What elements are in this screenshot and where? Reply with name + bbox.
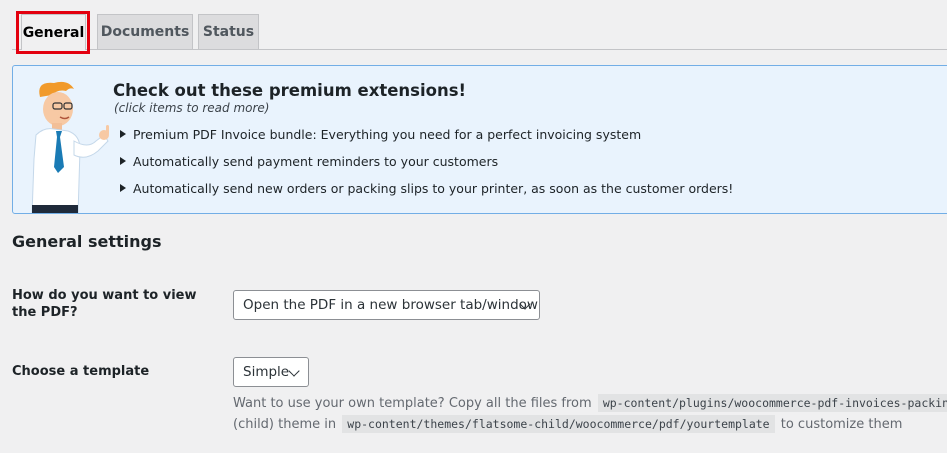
template-description-text: Want to use your own template? Copy all … [233, 396, 592, 411]
template-select[interactable]: Simple [233, 357, 309, 387]
tabs-divider [12, 49, 947, 50]
template-description-text: to customize them [780, 417, 903, 432]
extensions-list: Premium PDF Invoice bundle: Everything y… [118, 127, 733, 208]
extension-item-label: Automatically send payment reminders to … [133, 154, 499, 169]
tab-general[interactable]: General [21, 14, 86, 50]
extension-item-label: Premium PDF Invoice bundle: Everything y… [133, 127, 642, 142]
caret-right-icon [120, 157, 126, 165]
section-title-general-settings: General settings [12, 232, 162, 251]
mascot-illustration [31, 81, 109, 213]
premium-extensions-panel: Check out these premium extensions! (cli… [12, 65, 947, 214]
template-label: Choose a template [12, 364, 150, 379]
extensions-subtitle: (click items to read more) [114, 101, 270, 115]
view-pdf-label: How do you want to view the PDF? [12, 288, 197, 320]
template-description-line-2: (child) theme in wp-content/themes/flats… [233, 414, 902, 435]
extension-item-label: Automatically send new orders or packing… [133, 181, 734, 196]
theme-path-code: wp-content/themes/flatsome-child/woocomm… [342, 415, 775, 433]
caret-right-icon [120, 130, 126, 138]
caret-right-icon [120, 184, 126, 192]
tab-documents[interactable]: Documents [97, 14, 193, 49]
template-description-text: (child) theme in [233, 417, 337, 432]
extension-item[interactable]: Premium PDF Invoice bundle: Everything y… [118, 127, 733, 154]
settings-tabs: General Documents Status [0, 0, 947, 54]
extensions-title: Check out these premium extensions! [113, 81, 467, 100]
plugin-path-code: wp-content/plugins/woocommerce-pdf-invoi… [597, 394, 947, 412]
extension-item[interactable]: Automatically send new orders or packing… [118, 181, 733, 208]
extension-item[interactable]: Automatically send payment reminders to … [118, 154, 733, 181]
template-select-value: Simple [243, 364, 290, 380]
template-description-line-1: Want to use your own template? Copy all … [233, 393, 947, 414]
chevron-down-icon [288, 365, 300, 377]
view-pdf-select[interactable]: Open the PDF in a new browser tab/window [233, 290, 540, 320]
tab-status[interactable]: Status [198, 14, 259, 49]
view-pdf-select-value: Open the PDF in a new browser tab/window [243, 297, 538, 313]
